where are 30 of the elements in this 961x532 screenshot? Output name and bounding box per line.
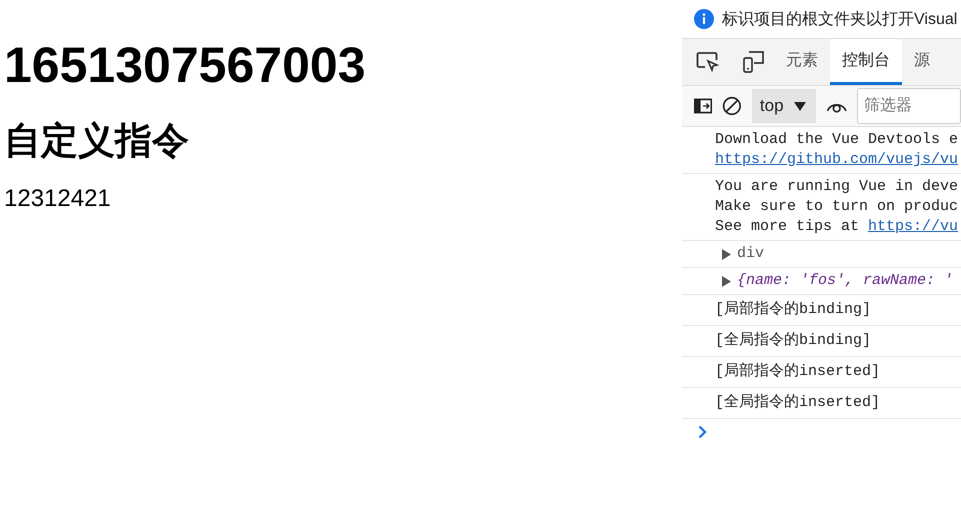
tab[interactable]: 元素 [774,39,830,85]
console-message: [全局指令的binding] [715,332,872,349]
clear-icon[interactable] [722,94,742,118]
console-message: [全局指令的inserted] [715,394,880,411]
sidebar-icon[interactable] [694,97,712,115]
console-message: Download the Vue Devtools e [715,131,958,148]
element-node[interactable]: div [737,244,764,264]
console-message: You are running Vue in deve [715,178,958,195]
device-icon[interactable] [742,50,766,74]
expand-arrow-icon[interactable] [722,276,731,286]
console-message: [局部指令的binding] [715,301,872,318]
info-message: 标识项目的根文件夹以打开Visual [722,10,958,30]
timestamp: 1651307567003 [4,36,366,95]
caret-icon [794,102,806,110]
console-message: See more tips at [715,218,860,235]
object-preview[interactable]: {name: 'fos', rawName: ' [737,271,954,291]
prompt-chevron-icon[interactable] [698,425,707,439]
heading: 自定义指令 [4,119,190,163]
inspect-icon[interactable] [696,51,720,73]
body-text: 12312421 [4,184,112,214]
filter-field[interactable]: 筛选器 [857,88,961,124]
console-message: Make sure to turn on produc [715,198,958,215]
link[interactable]: https://github.com/vuejs/vu [715,151,958,168]
link[interactable]: https://vu [868,218,958,235]
tab[interactable]: 控制台 [830,39,902,85]
console-message: [局部指令的inserted] [715,363,880,380]
expand-arrow-icon[interactable] [722,248,731,260]
context-dropdown[interactable]: top [752,89,816,123]
tab[interactable]: 源 [902,39,942,85]
info-icon [694,9,714,29]
